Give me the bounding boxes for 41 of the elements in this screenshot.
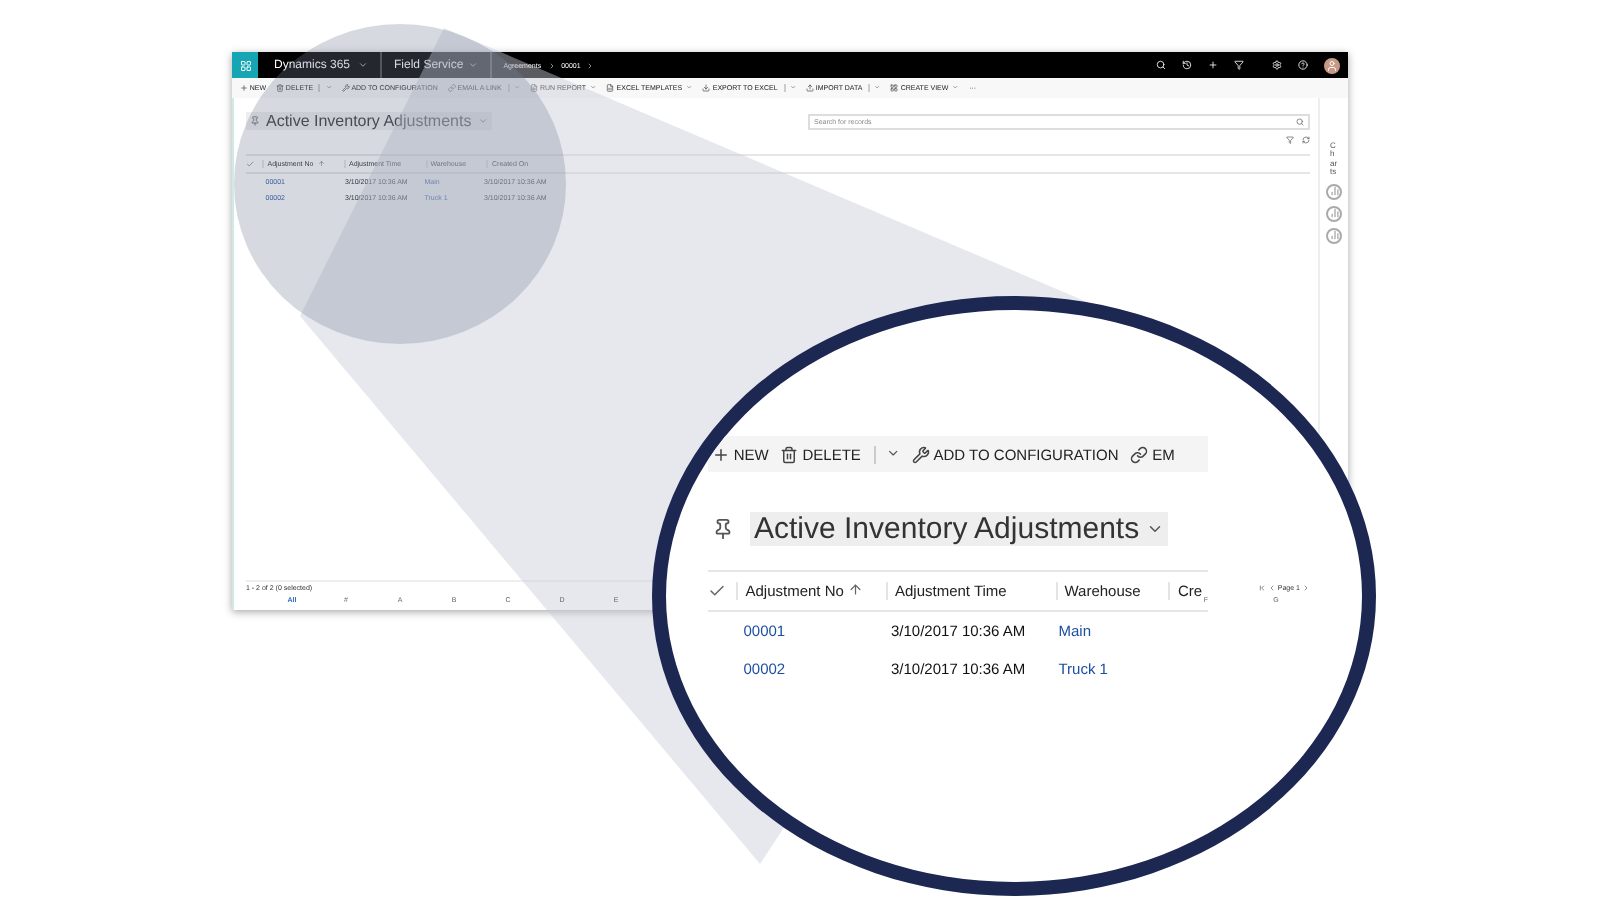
wrench-icon xyxy=(341,84,350,92)
import-icon xyxy=(806,84,815,92)
history-icon[interactable] xyxy=(1182,60,1192,70)
caret-icon xyxy=(1145,520,1164,538)
view-selector[interactable]: Active Inventory Adjustments xyxy=(246,112,492,130)
plus-icon xyxy=(240,84,248,92)
plus-icon xyxy=(712,445,730,463)
view-icon xyxy=(890,84,899,92)
bar-chart-icon xyxy=(1329,208,1339,219)
pin-icon[interactable] xyxy=(712,518,734,540)
caret-icon[interactable] xyxy=(358,60,369,70)
waffle-icon xyxy=(239,59,251,71)
chart-button[interactable] xyxy=(1326,183,1342,200)
search-icon[interactable] xyxy=(1156,60,1166,70)
caret-icon xyxy=(477,116,488,126)
settings-icon[interactable] xyxy=(1272,60,1282,70)
bar-chart-icon xyxy=(1329,186,1339,197)
refresh-icon[interactable] xyxy=(1302,136,1310,144)
select-all-checkmark-icon[interactable] xyxy=(708,581,726,599)
view-selector[interactable]: Active Inventory Adjustments xyxy=(750,512,1168,546)
chart-button[interactable] xyxy=(1326,205,1342,222)
link-icon xyxy=(447,84,456,92)
bar-chart-icon xyxy=(1329,230,1339,241)
user-silhouette-icon xyxy=(1326,59,1338,71)
wrench-icon xyxy=(911,445,930,463)
help-icon[interactable] xyxy=(1298,60,1308,70)
report-icon xyxy=(530,84,539,92)
spreadsheet-icon xyxy=(606,84,615,92)
pin-icon xyxy=(250,116,260,126)
user-avatar[interactable] xyxy=(1324,57,1340,73)
chart-button[interactable] xyxy=(1326,227,1342,244)
plus-icon[interactable] xyxy=(1208,60,1218,70)
trash-icon xyxy=(780,445,799,463)
trash-icon xyxy=(276,84,285,92)
app-launcher-button[interactable] xyxy=(232,52,258,78)
export-icon xyxy=(702,84,711,92)
caret-icon xyxy=(885,446,900,462)
link-icon xyxy=(1130,445,1149,463)
search-icon xyxy=(1296,117,1304,125)
sort-arrow-icon xyxy=(847,582,863,598)
select-all-checkmark-icon[interactable] xyxy=(246,159,255,169)
